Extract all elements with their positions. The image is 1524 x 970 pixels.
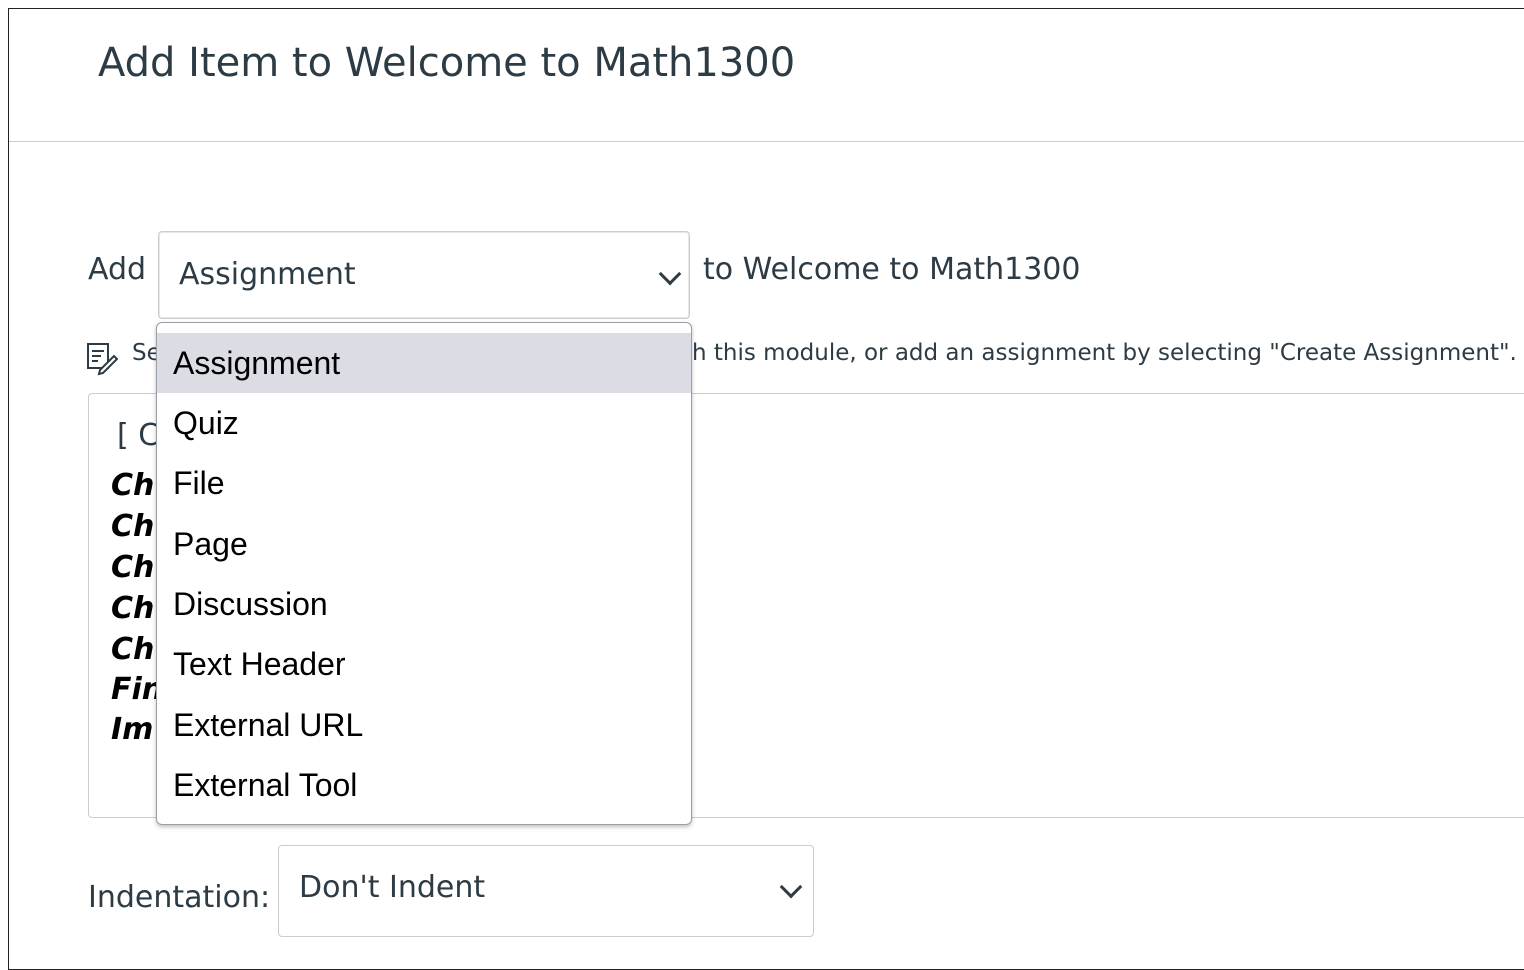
- hint-text-end: h this module, or add an assignment by s…: [692, 340, 1517, 366]
- item-type-select[interactable]: Assignment: [158, 231, 690, 319]
- dropdown-option-discussion[interactable]: Discussion: [157, 574, 691, 634]
- dropdown-option-page[interactable]: Page: [157, 514, 691, 574]
- module-target-label: to Welcome to Math1300: [703, 252, 1081, 287]
- indentation-select-value: Don't Indent: [299, 870, 486, 905]
- list-item[interactable]: Ch: [111, 507, 154, 547]
- edit-assignment-icon: [87, 343, 118, 376]
- header-divider: [9, 141, 1524, 142]
- list-item[interactable]: Ch: [111, 466, 154, 506]
- add-label: Add: [88, 252, 147, 287]
- list-item[interactable]: Im: [111, 710, 153, 750]
- dropdown-option-external-url[interactable]: External URL: [157, 695, 691, 755]
- chevron-down-icon: [779, 875, 803, 899]
- create-assignment-option[interactable]: [ C: [117, 418, 159, 453]
- dialog-title: Add Item to Welcome to Math1300: [98, 40, 796, 86]
- list-item[interactable]: Ch: [111, 630, 154, 670]
- indentation-label: Indentation:: [88, 880, 271, 915]
- dropdown-option-external-tool[interactable]: External Tool: [157, 755, 691, 815]
- dropdown-option-text-header[interactable]: Text Header: [157, 634, 691, 694]
- item-type-dropdown: Assignment Quiz File Page Discussion Tex…: [156, 322, 692, 825]
- indentation-select[interactable]: Don't Indent: [278, 845, 814, 937]
- dropdown-option-quiz[interactable]: Quiz: [157, 393, 691, 453]
- list-item[interactable]: Ch: [111, 548, 154, 588]
- chevron-down-icon: [658, 262, 682, 286]
- item-type-select-value: Assignment: [179, 257, 356, 292]
- list-item[interactable]: Ch: [111, 589, 154, 629]
- dropdown-option-assignment[interactable]: Assignment: [157, 333, 691, 393]
- dropdown-option-file[interactable]: File: [157, 453, 691, 513]
